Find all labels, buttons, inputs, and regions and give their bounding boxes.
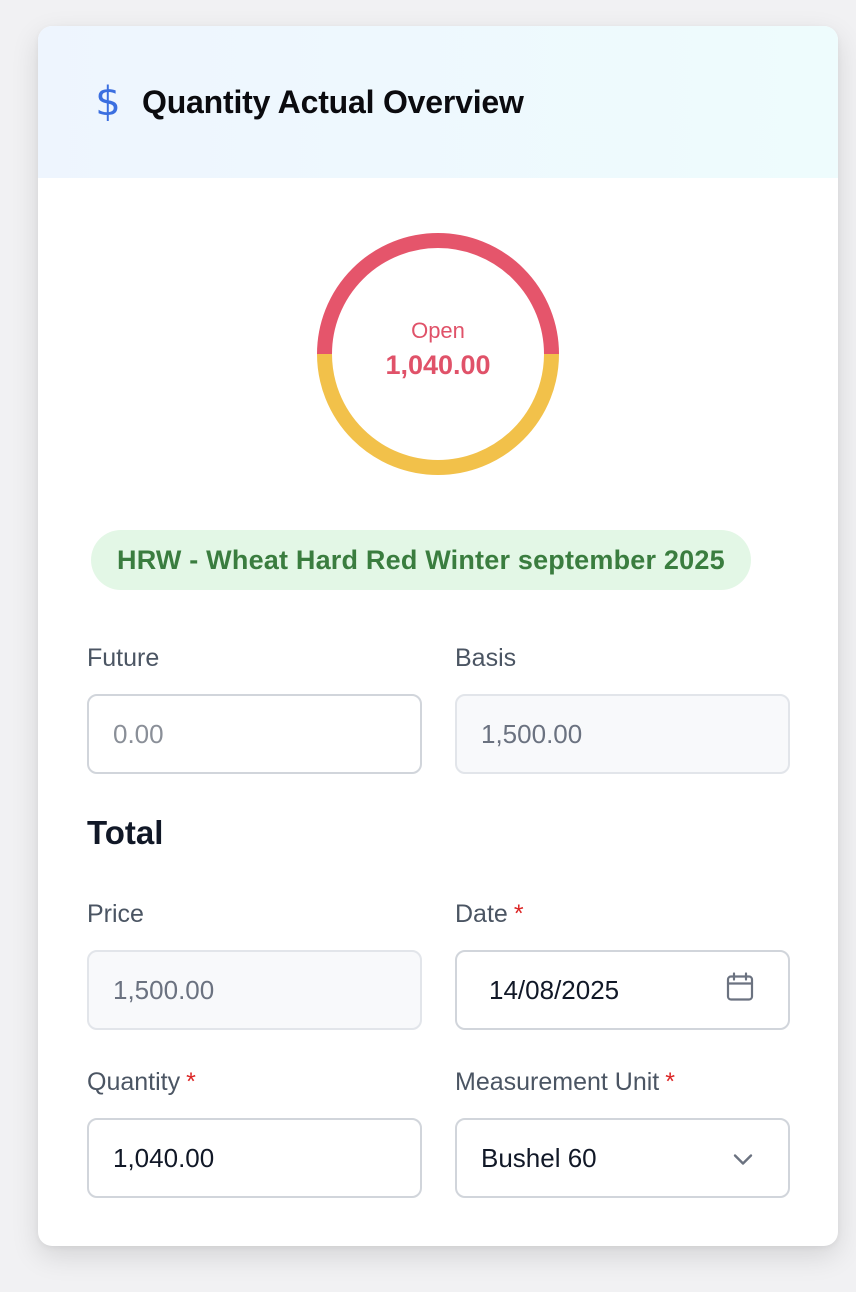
measurement-unit-label-text: Measurement Unit [455, 1068, 660, 1096]
measurement-unit-select[interactable]: Bushel 60 [455, 1118, 790, 1198]
price-label: Price [87, 900, 144, 929]
future-input[interactable]: 0.00 [87, 694, 422, 774]
quantity-label: Quantity * [87, 1068, 196, 1097]
quantity-label-text: Quantity [87, 1068, 181, 1096]
dollar-icon: $ [95, 79, 121, 125]
quantity-value: 1,040.00 [113, 1142, 215, 1173]
calendar-icon[interactable] [726, 972, 754, 1009]
chevron-down-icon[interactable] [732, 1143, 754, 1174]
measurement-unit-label: Measurement Unit * [455, 1068, 675, 1097]
future-label-text: Future [87, 644, 160, 672]
measurement-unit-required-marker: * [665, 1068, 675, 1096]
basis-label: Basis [455, 644, 516, 673]
donut-center-label: Open 1,040.00 [317, 233, 559, 475]
basis-value: 1,500.00 [481, 718, 583, 749]
card-title: Quantity Actual Overview [142, 83, 524, 120]
card-header: $ Quantity Actual Overview [38, 26, 838, 178]
price-value: 1,500.00 [113, 974, 215, 1005]
future-value: 0.00 [113, 718, 164, 749]
donut-label: Open [411, 317, 465, 343]
date-input[interactable]: 14/08/2025 [455, 950, 790, 1030]
quantity-input[interactable]: 1,040.00 [87, 1118, 422, 1198]
quantity-overview-card: $ Quantity Actual Overview Open 1,040.00… [38, 26, 838, 1246]
date-label-text: Date [455, 900, 508, 928]
date-label: Date * [455, 900, 524, 929]
donut-value: 1,040.00 [385, 349, 491, 380]
quantity-required-marker: * [186, 1068, 196, 1096]
price-input[interactable]: 1,500.00 [87, 950, 422, 1030]
basis-label-text: Basis [455, 644, 517, 672]
date-value: 14/08/2025 [489, 974, 620, 1005]
future-label: Future [87, 644, 159, 673]
open-quantity-donut: Open 1,040.00 [317, 233, 559, 475]
basis-input[interactable]: 1,500.00 [455, 694, 790, 774]
price-label-text: Price [87, 900, 144, 928]
total-section-title: Total [87, 814, 164, 851]
measurement-unit-value: Bushel 60 [481, 1142, 597, 1173]
commodity-badge: HRW - Wheat Hard Red Winter september 20… [91, 530, 751, 590]
date-required-marker: * [513, 900, 524, 928]
